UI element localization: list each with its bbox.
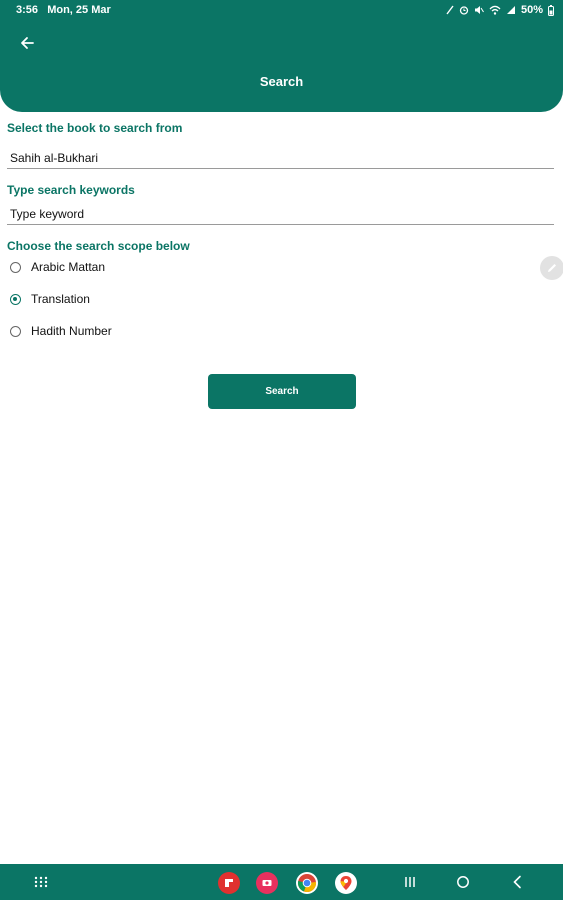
app-drawer-button[interactable]	[33, 874, 49, 890]
book-label: Select the book to search from	[7, 121, 183, 135]
arrow-left-icon	[21, 37, 34, 49]
screen-recorder-icon	[262, 880, 272, 886]
screen-recorder-app[interactable]	[256, 872, 278, 894]
nfc-icon	[446, 5, 454, 15]
back-button[interactable]	[14, 31, 40, 55]
mute-icon	[474, 6, 484, 14]
maps-app[interactable]	[335, 872, 357, 894]
recents-button[interactable]	[402, 875, 418, 889]
flipboard-app[interactable]	[218, 872, 240, 894]
search-button[interactable]: Search	[208, 374, 356, 409]
back-icon	[513, 875, 521, 889]
radio-button[interactable]	[10, 325, 21, 337]
system-back-button[interactable]	[509, 875, 525, 889]
scope-option-label: Arabic Mattan	[31, 260, 106, 274]
signal-icon	[506, 6, 515, 14]
maps-icon	[340, 876, 352, 890]
keyword-label: Type search keywords	[7, 183, 135, 197]
keyword-input[interactable]	[7, 203, 554, 225]
battery-percent: 50%	[520, 4, 543, 16]
alarm-icon	[459, 6, 469, 15]
app-drawer-icon	[34, 876, 48, 888]
home-button[interactable]	[455, 875, 471, 889]
scope-option-label: Hadith Number	[31, 324, 112, 338]
home-icon	[457, 876, 469, 888]
scope-option-translation[interactable]: Translation	[10, 290, 90, 308]
recents-icon	[405, 877, 415, 887]
chrome-app[interactable]	[296, 872, 318, 894]
book-select-field[interactable]	[7, 147, 554, 169]
radio-button[interactable]	[10, 261, 21, 273]
scope-option-arabic-mattan[interactable]: Arabic Mattan	[10, 258, 105, 276]
system-nav-bar	[0, 864, 563, 900]
status-time: 3:56 Mon, 25 Mar	[16, 4, 111, 16]
status-icons: 50%	[446, 4, 554, 16]
scope-option-hadith-number[interactable]: Hadith Number	[10, 322, 112, 340]
flipboard-icon	[225, 879, 233, 887]
radio-button-selected[interactable]	[10, 293, 21, 305]
wifi-icon	[489, 5, 501, 15]
page-title: Search	[259, 74, 304, 89]
pencil-icon	[548, 264, 556, 272]
app-header: 3:56 Mon, 25 Mar 50% Search	[0, 0, 563, 112]
battery-icon	[548, 4, 554, 16]
chrome-icon	[297, 874, 317, 893]
scope-option-label: Translation	[31, 292, 90, 306]
status-clock: 3:56	[16, 4, 39, 16]
status-date: Mon, 25 Mar	[47, 4, 111, 16]
scope-label: Choose the search scope below	[7, 239, 190, 253]
edit-handle-button[interactable]	[540, 256, 563, 280]
status-bar: 3:56 Mon, 25 Mar 50%	[0, 0, 563, 20]
